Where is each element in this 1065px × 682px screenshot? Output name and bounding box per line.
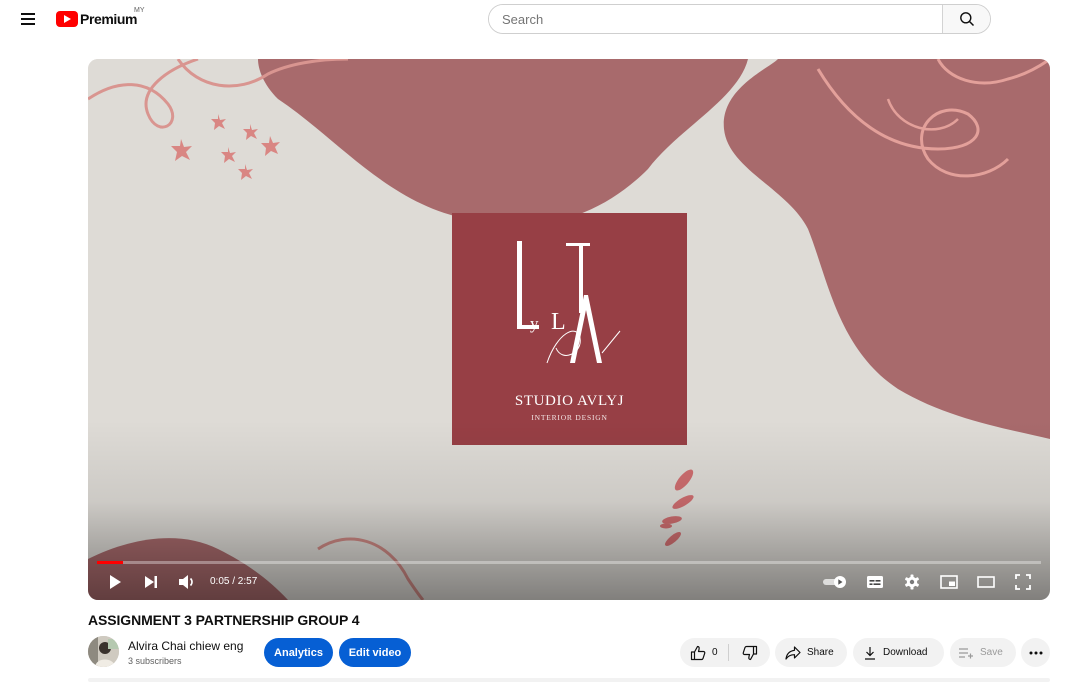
youtube-logo[interactable]: Premium [56, 9, 138, 29]
like-button[interactable]: 0 [680, 638, 728, 667]
analytics-button[interactable]: Analytics [264, 638, 333, 667]
search-input[interactable] [489, 5, 942, 33]
gear-icon [905, 574, 919, 590]
play-button[interactable] [104, 571, 126, 593]
save-label: Save [980, 647, 1003, 658]
next-button[interactable] [140, 571, 162, 593]
volume-button[interactable] [176, 571, 198, 593]
miniplayer-button[interactable] [938, 571, 960, 593]
theater-mode-button[interactable] [975, 571, 997, 593]
download-button[interactable]: Download [853, 638, 944, 667]
progress-bar[interactable] [97, 561, 1041, 564]
channel-name[interactable]: Alvira Chai chiew eng [128, 639, 243, 653]
download-icon [865, 646, 875, 660]
volume-icon [179, 575, 193, 589]
video-title: ASSIGNMENT 3 PARTNERSHIP GROUP 4 [88, 612, 360, 628]
lvlyj-monogram-logo: y L [517, 241, 621, 364]
description-box-edge [88, 678, 1050, 682]
video-player[interactable]: y L STUDIO AVLYJ INTERIOR DESIGN 0:05 / … [88, 59, 1050, 600]
autoplay-toggle[interactable] [822, 571, 850, 593]
share-icon [785, 645, 801, 660]
fullscreen-button[interactable] [1012, 571, 1034, 593]
autoplay-toggle-icon [823, 576, 846, 588]
captions-button[interactable] [864, 571, 886, 593]
theater-icon [977, 576, 995, 588]
next-icon [145, 576, 157, 588]
youtube-play-logo-icon [56, 11, 78, 27]
logo-text: Premium [80, 11, 138, 27]
studio-logo-card: y L STUDIO AVLYJ INTERIOR DESIGN [452, 213, 687, 445]
progress-played [97, 561, 124, 564]
studio-name: STUDIO AVLYJ [514, 393, 625, 409]
dislike-button[interactable] [729, 638, 770, 667]
search-button[interactable] [942, 5, 990, 33]
channel-avatar[interactable] [88, 636, 119, 667]
share-label: Share [807, 647, 834, 658]
time-display: 0:05 / 2:57 [210, 576, 258, 587]
svg-text:L: L [551, 309, 566, 335]
search-bar [488, 4, 991, 34]
hamburger-icon[interactable] [14, 6, 42, 32]
subscriber-count: 3 subscribers [128, 656, 182, 666]
top-bar: Premium MY [0, 0, 1065, 40]
captions-icon [867, 576, 883, 588]
svg-text:y: y [530, 314, 539, 333]
save-button[interactable]: Save [950, 638, 1016, 667]
more-icon [1029, 651, 1042, 654]
fullscreen-icon [1015, 574, 1031, 590]
play-icon [110, 575, 121, 589]
like-dislike-group: 0 [680, 638, 770, 667]
settings-button[interactable] [901, 571, 923, 593]
add-to-playlist-icon [959, 647, 973, 658]
like-count: 0 [712, 647, 718, 658]
thumbs-down-icon [742, 645, 757, 660]
share-button[interactable]: Share [775, 638, 847, 667]
logo-region-code: MY [134, 7, 145, 14]
edit-video-button[interactable]: Edit video [339, 638, 411, 667]
search-icon [959, 12, 974, 27]
miniplayer-icon [940, 575, 958, 589]
more-actions-button[interactable] [1021, 638, 1050, 667]
avatar-photo [88, 636, 119, 667]
download-label: Download [883, 647, 928, 658]
thumbs-up-icon [690, 645, 706, 660]
